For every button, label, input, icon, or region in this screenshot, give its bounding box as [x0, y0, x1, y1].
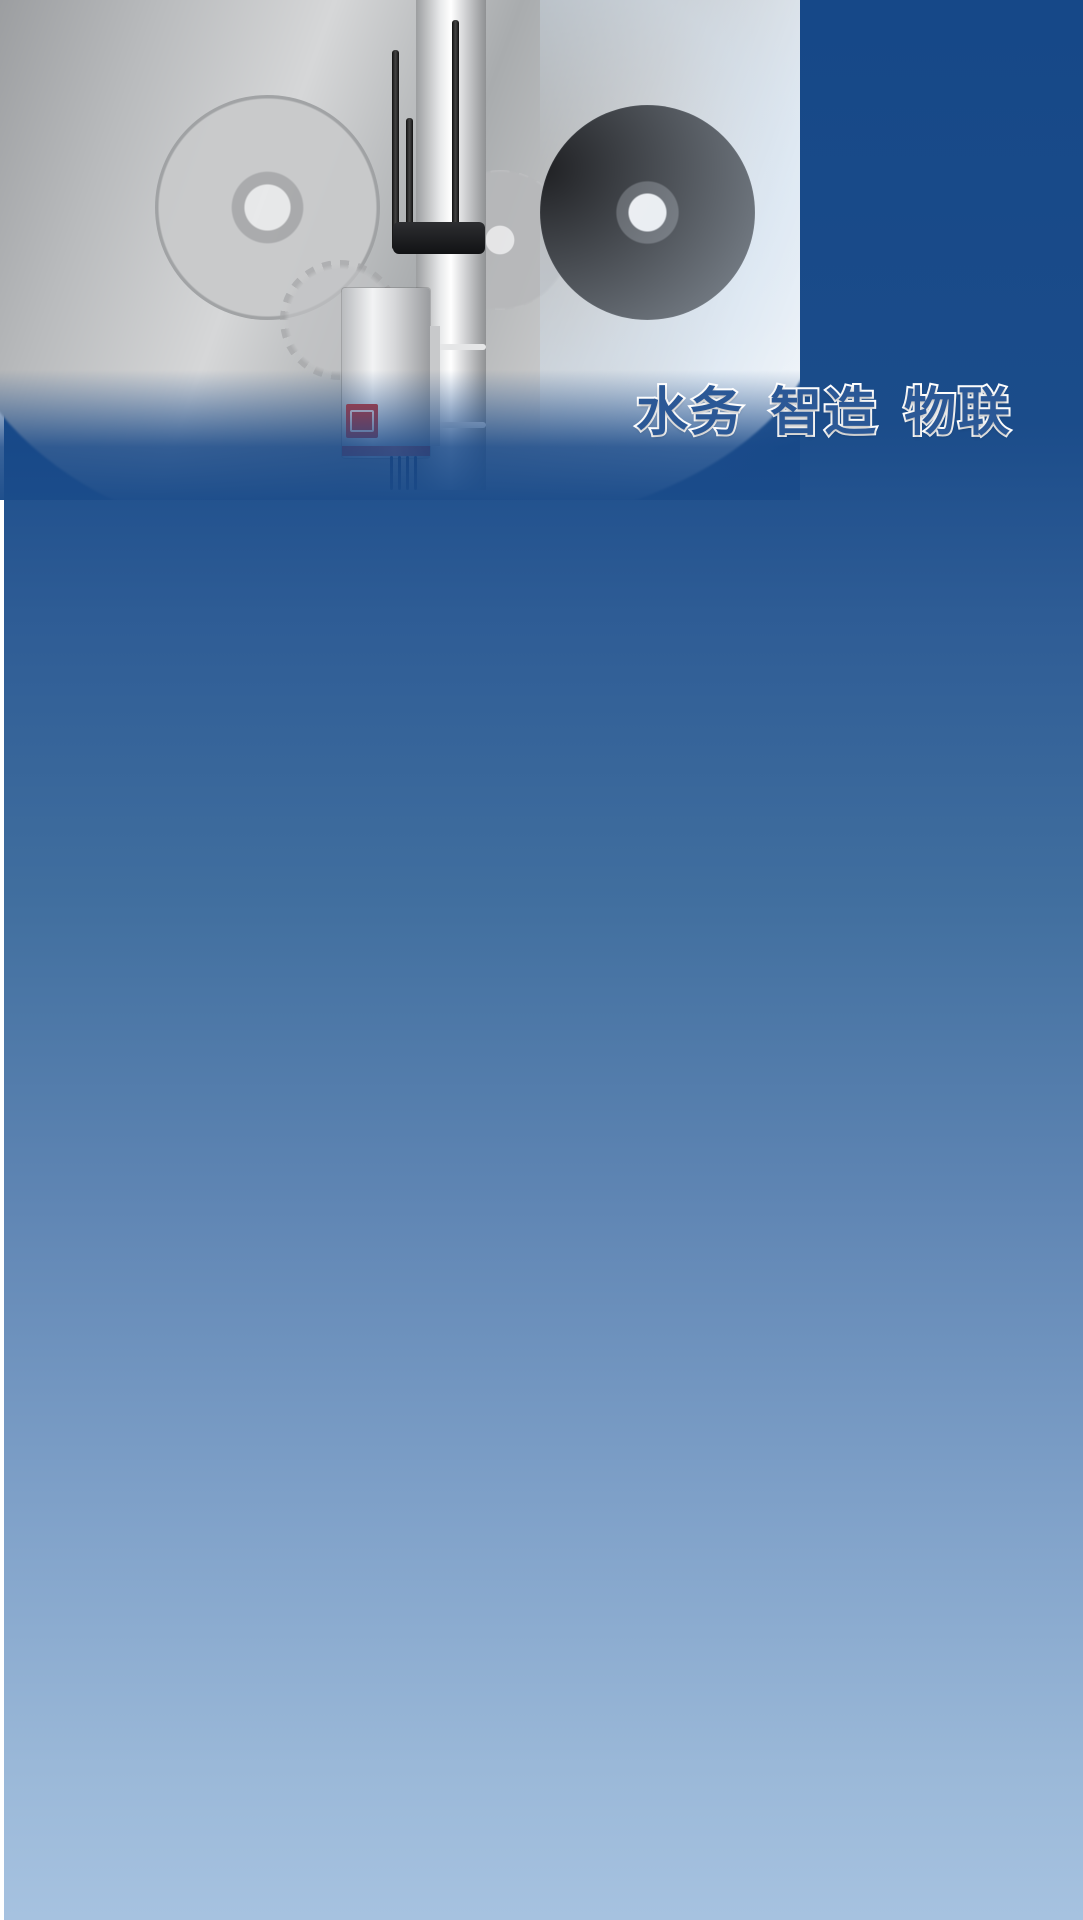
- slogan-word-iot: 物联: [902, 381, 1013, 445]
- hero-slogan: 水务 智造 物联: [634, 370, 1013, 445]
- antenna-left: [392, 50, 399, 250]
- antenna-bracket: [393, 222, 485, 254]
- antenna-right: [452, 20, 459, 250]
- slogan-word-smart-manufacturing: 智造: [768, 381, 879, 445]
- background-page: 水务 智造 物联: [0, 0, 1083, 1920]
- slogan-word-water-affairs: 水务: [634, 381, 745, 445]
